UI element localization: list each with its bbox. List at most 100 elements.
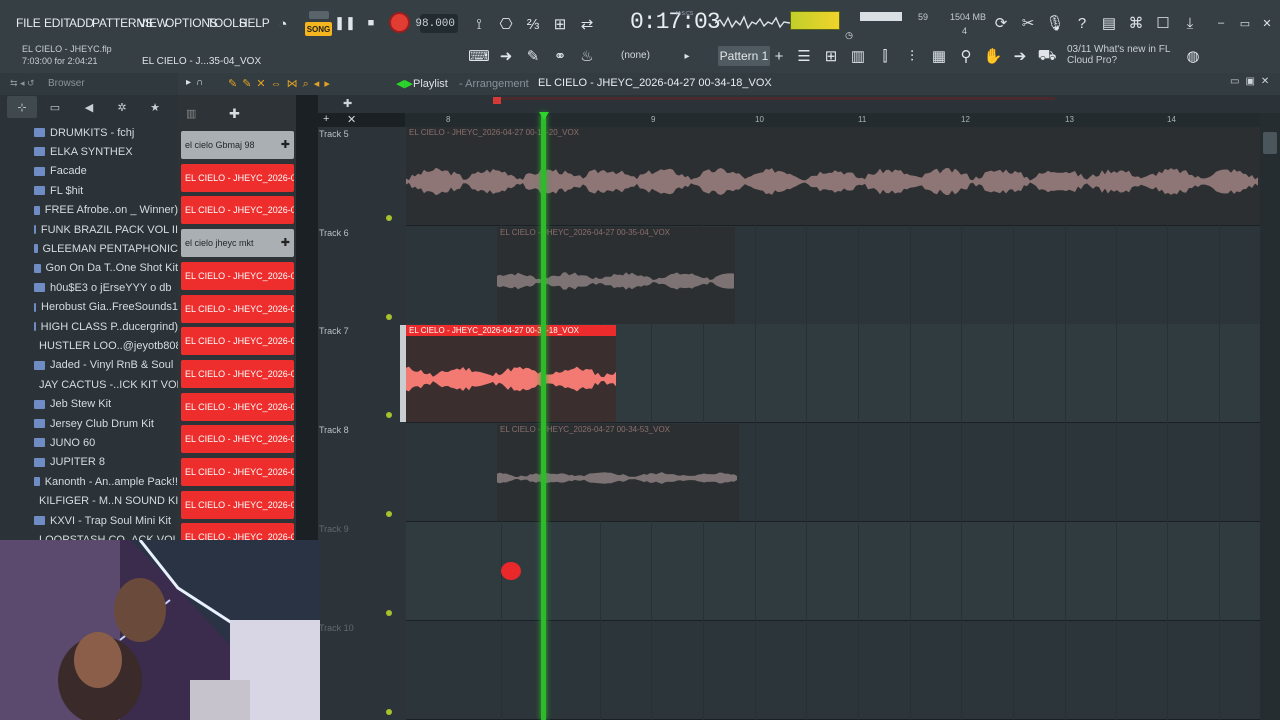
browser-files-icon[interactable]: ▭ xyxy=(40,96,70,118)
tempo-display[interactable]: 98.000 xyxy=(415,14,458,33)
browser-folder-item[interactable]: JAY CACTUS -..ICK KIT VOL. 4 xyxy=(0,375,178,394)
typing-keyboard-icon[interactable]: ⌨ xyxy=(468,45,490,67)
globe-icon[interactable]: ◍ xyxy=(1182,45,1204,67)
browser-folder-item[interactable]: Gon On Da T..One Shot Kit xyxy=(0,259,178,278)
browser-folder-item[interactable]: FL $hit xyxy=(0,181,178,200)
song-mode-button[interactable]: SONG xyxy=(305,22,332,36)
browser-folder-item[interactable]: HUSTLER LOO..@jeyotb808 xyxy=(0,336,178,355)
metronome-icon[interactable]: ⟟ xyxy=(468,13,490,35)
stamp-icon[interactable]: ♨ xyxy=(576,45,598,67)
browser-folder-item[interactable]: JUPITER 8 xyxy=(0,453,178,472)
window-controls[interactable]: ▭▣✕ xyxy=(1230,76,1275,87)
track-mute-led[interactable] xyxy=(386,215,392,221)
piano-roll-icon[interactable]: ⊞ xyxy=(820,45,842,67)
playlist-play-icon[interactable]: ◀▶ xyxy=(396,77,413,90)
browser-folder-item[interactable]: JUNO 60 xyxy=(0,433,178,452)
browser-folder-item[interactable]: Jaded - Vinyl RnB & Soul xyxy=(0,356,178,375)
close-track-icon[interactable]: ✕ xyxy=(347,113,356,126)
browser-folder-item[interactable]: FUNK BRAZIL PACK VOL II xyxy=(0,220,178,239)
browser-speaker-icon[interactable]: ◀ xyxy=(74,96,104,118)
browser-folder-item[interactable]: Jeb Stew Kit xyxy=(0,395,178,414)
playhead-marker[interactable] xyxy=(539,112,549,120)
channel-button[interactable]: EL CIELO - JHEYC_2026-0... xyxy=(181,196,294,225)
countdown-icon[interactable]: ⅔ xyxy=(522,13,544,35)
microphone-icon[interactable]: 🎙 xyxy=(1044,12,1066,34)
close-icon[interactable]: ✕ xyxy=(1256,12,1278,34)
browser-folder-item[interactable]: Kanonth - An..ample Pack!! xyxy=(0,472,178,491)
channel-button[interactable]: EL CIELO - JHEYC_2026-0... xyxy=(181,392,294,421)
loop-record-icon[interactable]: ⇄ xyxy=(576,13,598,35)
browser-folder-item[interactable]: DRUMKITS - fchj xyxy=(0,123,178,142)
mixer-icon[interactable]: ⫿ xyxy=(874,45,896,67)
browser-folder-item[interactable]: Facade xyxy=(0,162,178,181)
help-icon[interactable]: ? xyxy=(1071,12,1093,34)
audio-clip-3[interactable]: EL CIELO - JHEYC_2026-04-27 00-34-18_VOX xyxy=(406,325,616,422)
track-label[interactable]: Track 10 xyxy=(319,623,354,633)
undo-icon[interactable]: ⟳ xyxy=(990,12,1012,34)
draw-tool-icon[interactable]: ✎✎✕⇔⋈⌕◂▸ xyxy=(228,77,335,91)
cart-icon[interactable]: ⛟ xyxy=(1036,45,1058,67)
browser-icon[interactable]: ⫶ xyxy=(901,45,923,67)
browser-nav-icon[interactable]: ⇆ ◂ ↺ xyxy=(10,78,35,89)
scroll-position[interactable] xyxy=(493,97,501,104)
channel-rack-icon[interactable]: ▥ xyxy=(847,45,869,67)
playlist-tools-icon[interactable]: ▸∩ xyxy=(186,77,208,88)
track-label[interactable]: Track 6 xyxy=(319,228,349,238)
stop-button[interactable]: ■ xyxy=(362,13,380,33)
channel-button[interactable]: EL CIELO - JHEYC_2026-0... xyxy=(181,359,294,388)
channel-button[interactable]: EL CIELO - JHEYC_2026-0... xyxy=(181,294,294,323)
browser-all-icon[interactable]: ⊹ xyxy=(7,96,37,118)
timeline-ruler[interactable] xyxy=(405,113,1260,127)
browser-plugin-icon[interactable]: ✲ xyxy=(107,96,137,118)
none-selector[interactable]: (none) xyxy=(621,50,650,61)
pause-button[interactable]: ❚❚ xyxy=(334,12,356,34)
save-icon[interactable]: ▤ xyxy=(1098,12,1120,34)
browser-folder-item[interactable]: KILFIGER - M..N SOUND KIT xyxy=(0,492,178,511)
browser-folder-item[interactable]: HIGH CLASS P..ducergrind) xyxy=(0,317,178,336)
chat-icon[interactable]: ☐ xyxy=(1152,12,1174,34)
track-label[interactable]: Track 9 xyxy=(319,524,349,534)
playlist-collapse-icon[interactable]: ✚ xyxy=(343,97,352,110)
wait-input-icon[interactable]: ⎔ xyxy=(495,13,517,35)
channel-button[interactable]: EL CIELO - JHEYC_2026-0... xyxy=(181,490,294,519)
pencil-icon[interactable]: ✎ xyxy=(522,45,544,67)
menu-edit[interactable]: EDIT xyxy=(44,16,71,30)
track-label[interactable]: Track 7 xyxy=(319,326,349,336)
arrow-right-icon[interactable]: ➜ xyxy=(495,45,517,67)
song-time-display[interactable]: 0:17:03 xyxy=(630,9,721,35)
browser-folder-item[interactable]: h0u$E3 o jErseYYY o db xyxy=(0,278,178,297)
cut-icon[interactable]: ✂ xyxy=(1017,12,1039,34)
snap-icon[interactable]: ◔ xyxy=(272,13,294,35)
audio-clip-1[interactable]: EL CIELO - JHEYC_2026-04-27 00-15-20_VOX xyxy=(406,127,1260,225)
pattern-mode-button[interactable] xyxy=(309,11,329,19)
add-channel-icon[interactable]: ✚ xyxy=(229,106,240,122)
add-pattern-icon[interactable]: + xyxy=(768,45,790,67)
track-mute-led[interactable] xyxy=(386,609,392,616)
blend-notes-icon[interactable]: ⊞ xyxy=(549,13,571,35)
channel-button[interactable]: el cielo jheyc mkt ✚ xyxy=(181,229,294,258)
plugin-icon[interactable]: ⌘ xyxy=(1125,12,1147,34)
pattern-selector[interactable]: Pattern 1 xyxy=(718,46,770,66)
plugin-database-icon[interactable]: ⚲ xyxy=(955,45,977,67)
pattern-picker-icon[interactable]: ▥ xyxy=(186,107,196,120)
browser-folder-item[interactable]: Jersey Club Drum Kit xyxy=(0,414,178,433)
browser-star-icon[interactable]: ★ xyxy=(140,96,170,118)
plugin-picker-icon[interactable]: ▦ xyxy=(928,45,950,67)
add-track-icon[interactable]: + xyxy=(323,113,329,125)
touch-keyboard-icon[interactable]: ✋ xyxy=(982,45,1004,67)
track-lane[interactable] xyxy=(406,620,1260,719)
track-mute-led[interactable] xyxy=(386,708,392,715)
browser-folder-item[interactable]: ELKA SYNTHEX xyxy=(0,142,178,161)
download-icon[interactable]: ⤓ xyxy=(1179,12,1201,34)
channel-button[interactable]: EL CIELO - JHEYC_2026-0... xyxy=(181,261,294,290)
track-lane[interactable] xyxy=(406,521,1260,620)
channel-button[interactable]: EL CIELO - JHEYC_2026-0... xyxy=(181,327,294,356)
menu-help[interactable]: HELP xyxy=(239,16,270,30)
menu-view[interactable]: VIEW xyxy=(138,16,168,30)
channel-button[interactable]: EL CIELO - JHEYC_2026-0... xyxy=(181,458,294,486)
channel-button[interactable]: EL CIELO - JHEYC_2026-0... xyxy=(181,425,294,454)
playhead[interactable] xyxy=(541,113,546,720)
arrow-icon[interactable]: ➔ xyxy=(1009,45,1031,67)
vertical-scrollbar[interactable] xyxy=(1260,113,1280,720)
channel-button[interactable]: EL CIELO - JHEYC_2026-0... xyxy=(181,163,294,192)
